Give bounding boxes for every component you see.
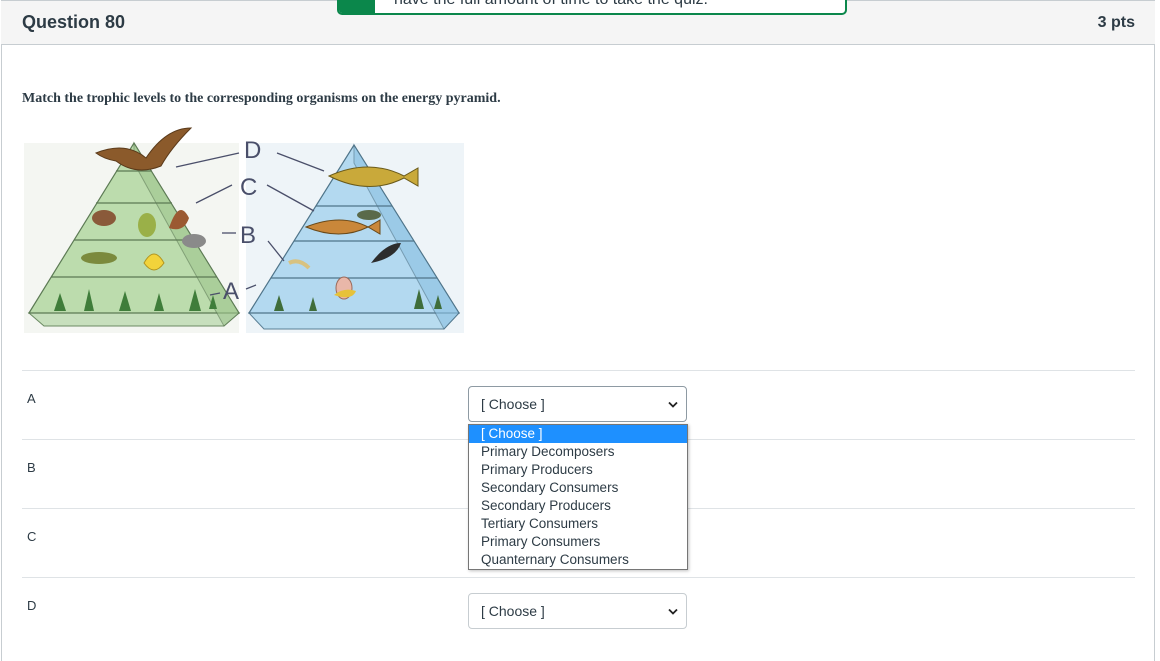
row-divider: [22, 577, 1135, 578]
match-select-dropdown-list[interactable]: [ Choose ] Primary Decomposers Primary P…: [468, 424, 688, 570]
label-b: B: [240, 222, 256, 249]
match-select-a[interactable]: [ Choose ]: [468, 386, 687, 422]
dropdown-option-primary-producers[interactable]: Primary Producers: [469, 461, 687, 479]
time-notification-toast: have the full amount of time to take the…: [337, 0, 847, 15]
question-points: 3 pts: [1097, 14, 1135, 31]
label-a: A: [223, 278, 239, 305]
chevron-down-icon: [668, 401, 678, 408]
match-label-d: D: [27, 598, 37, 613]
dropdown-option-choose[interactable]: [ Choose ]: [469, 425, 687, 443]
question-prompt: Match the trophic levels to the correspo…: [22, 91, 501, 106]
toast-status-bar: [339, 0, 375, 13]
dropdown-option-primary-consumers[interactable]: Primary Consumers: [469, 533, 687, 551]
dropdown-option-secondary-producers[interactable]: Secondary Producers: [469, 497, 687, 515]
dropdown-option-tertiary-consumers[interactable]: Tertiary Consumers: [469, 515, 687, 533]
energy-pyramid-image: D C B A: [24, 127, 464, 333]
dropdown-option-primary-decomposers[interactable]: Primary Decomposers: [469, 443, 687, 461]
question-title: Question 80: [22, 12, 126, 32]
match-label-a: A: [27, 391, 36, 406]
toast-message: have the full amount of time to take the…: [394, 0, 708, 9]
dropdown-option-secondary-consumers[interactable]: Secondary Consumers: [469, 479, 687, 497]
select-value: [ Choose ]: [481, 396, 545, 412]
label-c: C: [240, 174, 257, 201]
match-label-b: B: [27, 460, 36, 475]
match-select-d[interactable]: [ Choose ]: [468, 593, 687, 629]
select-value: [ Choose ]: [481, 603, 545, 619]
match-label-c: C: [27, 529, 37, 544]
dropdown-option-quanternary-consumers[interactable]: Quanternary Consumers: [469, 551, 687, 569]
chevron-down-icon: [668, 608, 678, 615]
label-d: D: [244, 137, 261, 164]
row-divider: [22, 370, 1135, 371]
